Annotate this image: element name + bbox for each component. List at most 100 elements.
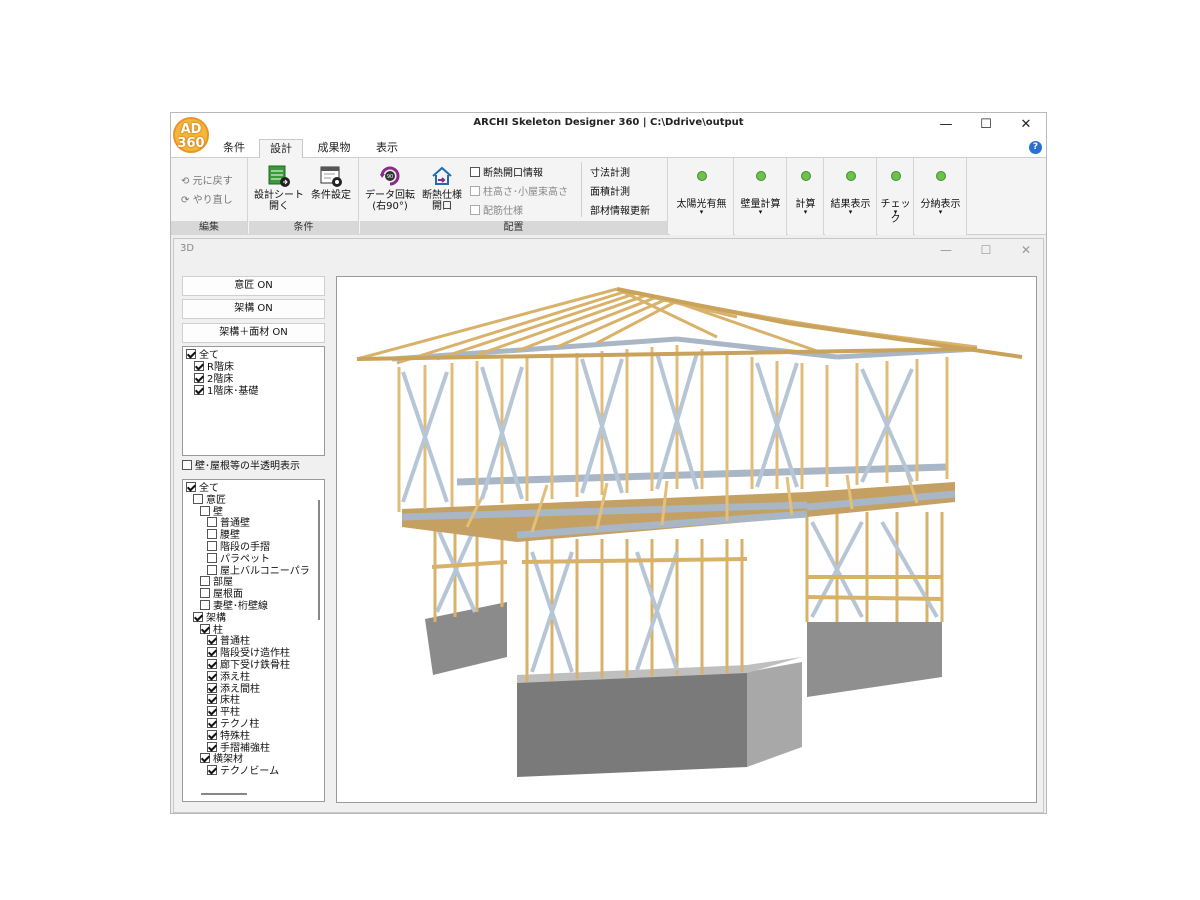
redo-button[interactable]: ⟳ やり直し: [181, 191, 233, 206]
settings-sheet-icon: [320, 166, 342, 187]
layer-tree: 全て 意匠壁普通壁 腰壁 階段の手摺 パラペット 屋上バルコニーパラ 部屋 屋根面 妻壁･桁壁線…: [182, 479, 325, 802]
dropdown-arrow-icon: ▾: [758, 208, 763, 216]
tree-item-label: 屋根面: [213, 589, 243, 601]
tree-item[interactable]: テクノビーム: [207, 765, 279, 778]
dropdown-arrow-icon: ▾: [938, 208, 943, 216]
insulation-opening-button[interactable]: 断熱仕様 開口: [416, 164, 468, 212]
checked-checkbox-icon[interactable]: [194, 373, 204, 383]
results-status-button[interactable]: 結果表示 ▾: [825, 158, 877, 235]
update-member-info-button[interactable]: 部材情報更新: [590, 202, 650, 217]
3d-viewport[interactable]: [336, 276, 1037, 803]
floor-tree: 全て R階床 2階床 1階床･基礎: [182, 346, 325, 456]
tree-item-label: 手摺補強柱: [220, 742, 270, 754]
tree-item-label: 2階床: [207, 374, 234, 385]
undo-button[interactable]: ⟲ 元に戻す: [181, 172, 233, 187]
checkbox-icon[interactable]: [200, 576, 210, 587]
checkbox-icon[interactable]: [200, 588, 210, 599]
tab-view[interactable]: 表示: [367, 139, 407, 158]
check-status-button[interactable]: チェック ▾: [878, 158, 914, 235]
insulation-opening-check[interactable]: 断熱開口情報: [470, 164, 543, 179]
checked-checkbox-icon[interactable]: [207, 718, 217, 728]
checkbox-icon[interactable]: [207, 529, 217, 540]
calc-status-button[interactable]: 計算 ▾: [788, 158, 824, 235]
checkbox-icon[interactable]: [207, 541, 217, 551]
open-design-sheet-button[interactable]: 設計シート 開く: [251, 164, 307, 212]
status-dot-icon: [801, 171, 811, 181]
checkbox-icon[interactable]: [200, 505, 210, 516]
checked-checkbox-icon[interactable]: [207, 659, 217, 669]
checkbox-icon: [470, 205, 480, 215]
sub-maximize-button[interactable]: ☐: [971, 239, 1001, 261]
column-height-check[interactable]: 柱高さ･小屋束高さ: [470, 183, 568, 198]
maximize-button[interactable]: ☐: [971, 115, 1001, 135]
tree-item-label: 架構: [206, 612, 226, 624]
checkbox-icon: [470, 186, 480, 196]
tab-design[interactable]: 設計: [259, 139, 303, 158]
translucent-check[interactable]: 壁･屋根等の半透明表示: [182, 460, 300, 473]
help-icon[interactable]: ?: [1029, 141, 1042, 154]
foundation: [747, 662, 802, 767]
checked-checkbox-icon[interactable]: [207, 729, 217, 740]
sub-close-button[interactable]: ✕: [1011, 239, 1041, 261]
tree-item-label: 普通壁: [220, 518, 250, 530]
checked-checkbox-icon[interactable]: [207, 647, 217, 658]
area-measure-button[interactable]: 面積計測: [590, 183, 630, 198]
checked-checkbox-icon[interactable]: [186, 349, 196, 359]
checked-checkbox-icon[interactable]: [194, 361, 204, 371]
tree-item-label: テクノビーム: [220, 766, 280, 778]
group-label-layout: 配置: [360, 221, 667, 235]
close-button[interactable]: ✕: [1011, 115, 1041, 135]
rotate-icon: 90: [380, 166, 400, 186]
frame-on-button[interactable]: 架構 ON: [182, 299, 325, 319]
checked-checkbox-icon[interactable]: [207, 741, 217, 752]
tab-conditions[interactable]: 条件: [215, 139, 253, 158]
checked-checkbox-icon[interactable]: [207, 682, 217, 693]
window-title: ARCHI Skeleton Designer 360 | C:\Ddrive\…: [473, 117, 744, 128]
checkbox-icon[interactable]: [200, 600, 210, 610]
checked-checkbox-icon[interactable]: [193, 611, 203, 622]
house-frame-model: [356, 287, 1023, 777]
wall-calc-status-button[interactable]: 壁量計算 ▾: [735, 158, 787, 235]
group-label-edit: 編集: [171, 221, 247, 235]
tree-item-label: テクノ柱: [220, 719, 260, 730]
status-dot-icon: [891, 171, 901, 181]
checkbox-icon[interactable]: [207, 552, 217, 563]
dropdown-arrow-icon: ▾: [699, 208, 704, 216]
checked-checkbox-icon[interactable]: [207, 635, 217, 646]
checkbox-icon[interactable]: [193, 493, 203, 504]
rotate-data-button[interactable]: 90 データ回転 (右90°): [362, 164, 418, 212]
tab-deliverables[interactable]: 成果物: [309, 139, 359, 158]
tree-item-label: 部屋: [213, 577, 233, 589]
solar-status-button[interactable]: 太陽光有無 ▾: [670, 158, 734, 235]
tree-hscrollbar[interactable]: [201, 793, 247, 795]
app-window: AD 360 ARCHI Skeleton Designer 360 | C:\D…: [170, 112, 1047, 814]
tree-item-label: 屋上バルコニーパラ: [220, 565, 310, 577]
checked-checkbox-icon[interactable]: [194, 385, 204, 395]
status-dot-icon: [756, 171, 766, 181]
sub-minimize-button[interactable]: —: [931, 239, 961, 261]
design-on-button[interactable]: 意匠 ON: [182, 276, 325, 296]
frame-surface-on-button[interactable]: 架構＋面材 ON: [182, 323, 325, 343]
dropdown-arrow-icon: ▾: [848, 208, 853, 216]
split-delivery-status-button[interactable]: 分納表示 ▾: [915, 158, 967, 235]
checked-checkbox-icon[interactable]: [207, 706, 217, 717]
checkbox-icon: [182, 460, 192, 470]
dimension-measure-button[interactable]: 寸法計測: [590, 164, 630, 179]
condition-settings-button[interactable]: 条件設定: [305, 164, 357, 201]
rebar-spec-check[interactable]: 配筋仕様: [470, 202, 523, 217]
checked-checkbox-icon[interactable]: [200, 753, 210, 764]
checked-checkbox-icon[interactable]: [186, 482, 196, 492]
checkbox-icon[interactable]: [207, 564, 217, 575]
checked-checkbox-icon[interactable]: [207, 694, 217, 705]
tree-scrollbar[interactable]: [318, 500, 320, 620]
checked-checkbox-icon[interactable]: [207, 765, 217, 776]
tree-item-label: 床柱: [220, 695, 240, 707]
dropdown-arrow-icon: ▾: [803, 208, 808, 216]
checkbox-icon[interactable]: [207, 517, 217, 528]
minimize-button[interactable]: —: [931, 115, 961, 135]
tree-item[interactable]: 1階床･基礎: [194, 385, 258, 398]
tree-item-label: 特殊柱: [220, 730, 250, 742]
tree-item-label: 柱: [213, 624, 223, 636]
checked-checkbox-icon[interactable]: [207, 670, 217, 681]
checked-checkbox-icon[interactable]: [200, 623, 210, 634]
